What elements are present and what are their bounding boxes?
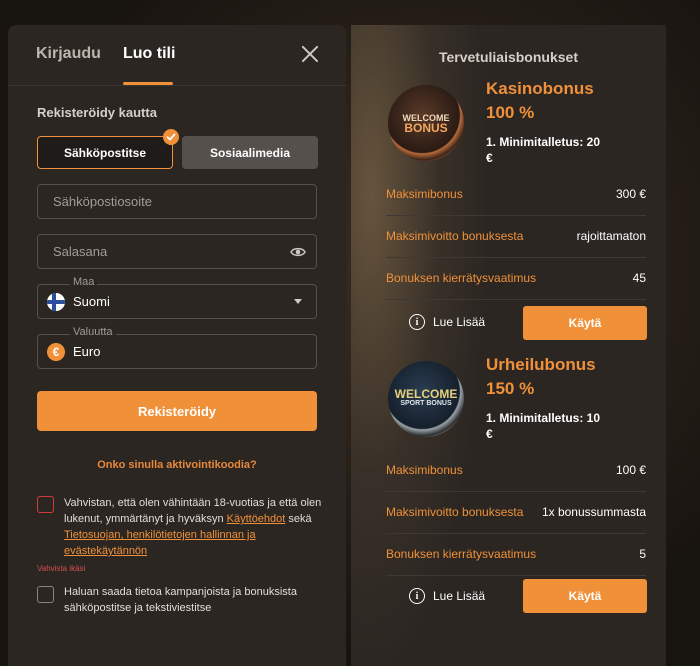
currency-value: Euro [73, 344, 101, 359]
use-casino-bonus-button[interactable]: Käytä [523, 306, 647, 340]
read-more-link[interactable]: i Lue Lisää [409, 314, 485, 330]
row-value: 300 € [615, 187, 646, 201]
welcome-bonuses-panel: Tervetuliaisbonukset WELCOME BONUS Kasin… [351, 25, 666, 666]
row-value: rajoittamaton [576, 229, 646, 243]
welcome-sport-bonus-coin-icon: WELCOME SPORT BONUS [388, 361, 464, 437]
row-key: Maksimibonus [386, 463, 463, 477]
row-value: 45 [632, 271, 646, 285]
country-label: Maa [70, 276, 98, 288]
row-value: 5 [639, 547, 646, 561]
info-icon: i [409, 588, 425, 604]
coin-small-text: SPORT BONUS [400, 400, 452, 407]
row-key: Maksimivoitto bonuksesta [386, 505, 524, 519]
tab-login[interactable]: Kirjaudu [36, 45, 101, 63]
euro-icon: € [47, 343, 65, 361]
eye-icon[interactable] [290, 245, 306, 259]
bonus-name: Kasinobonus [486, 79, 594, 98]
country-value: Suomi [73, 294, 110, 309]
use-sport-bonus-button[interactable]: Käytä [523, 579, 647, 613]
read-more-label: Lue Lisää [433, 589, 486, 603]
row-value: 1x bonussummasta [541, 505, 646, 519]
email-field[interactable] [37, 184, 317, 219]
bonus-row: Bonuksen kierrätysvaatimus 5 [386, 534, 646, 576]
coin-big-text: BONUS [404, 121, 448, 135]
terms-text-mid: sekä [285, 513, 312, 525]
bonus-percent: 100 % [486, 103, 535, 122]
country-select[interactable]: Maa Suomi [37, 276, 317, 319]
coin-text: WELCOME BONUS [403, 113, 450, 135]
terms-consent-text: Vahvistan, että olen vähintään 18-vuotia… [64, 495, 329, 559]
social-method-button[interactable]: Sosiaalimedia [182, 136, 318, 169]
row-key: Bonuksen kierrätysvaatimus [386, 547, 537, 561]
read-more-label: Lue Lisää [433, 315, 486, 329]
read-more-link[interactable]: i Lue Lisää [409, 588, 485, 604]
email-method-button[interactable]: Sähköpostitse [37, 136, 173, 169]
email-input[interactable] [38, 185, 316, 218]
age-error-text: Vahvista ikäsi [37, 564, 86, 573]
bonus-row: Maksimivoitto bonuksesta 1x bonussummast… [386, 492, 646, 534]
coin-text: WELCOME SPORT BONUS [394, 387, 458, 409]
currency-select[interactable]: Valuutta € Euro [37, 326, 317, 369]
registration-panel: Kirjaudu Luo tili Rekisteröidy kautta Sä… [8, 25, 346, 666]
bonus-row: Maksimibonus 100 € [386, 450, 646, 492]
terms-checkbox[interactable] [37, 496, 54, 513]
min-deposit: 1. Minimitalletus: 10 € [486, 411, 601, 441]
row-value: 100 € [615, 463, 646, 477]
checkmark-icon [163, 129, 179, 145]
row-key: Maksimibonus [386, 187, 463, 201]
privacy-link[interactable]: Tietosuojan, henkilötietojen hallinnan j… [64, 529, 256, 557]
finland-flag-icon [47, 293, 65, 311]
activation-code-link[interactable]: Onko sinulla aktivointikoodia? [8, 459, 346, 471]
register-button[interactable]: Rekisteröidy [37, 391, 317, 431]
row-key: Bonuksen kierrätysvaatimus [386, 271, 537, 285]
close-icon[interactable] [300, 44, 320, 64]
marketing-consent-text: Haluan saada tietoa kampanjoista ja bonu… [64, 586, 297, 614]
bonuses-title: Tervetuliaisbonukset [438, 49, 578, 65]
coin-big-text: WELCOME [394, 387, 458, 401]
chevron-down-icon [294, 299, 302, 304]
bonus-row: Maksimivoitto bonuksesta rajoittamaton [386, 216, 646, 258]
currency-label: Valuutta [70, 326, 116, 338]
bonus-percent: 150 % [486, 379, 535, 398]
tabs-divider [8, 85, 346, 86]
terms-link[interactable]: Käyttöehdot [227, 513, 286, 525]
bonus-name: Urheilubonus [486, 355, 596, 374]
password-field[interactable] [37, 234, 317, 269]
info-icon: i [409, 314, 425, 330]
bonus-row: Maksimibonus 300 € [386, 174, 646, 216]
password-input[interactable] [38, 235, 316, 268]
marketing-checkbox[interactable] [37, 586, 54, 603]
bonus-row: Bonuksen kierrätysvaatimus 45 [386, 258, 646, 300]
min-deposit: 1. Minimitalletus: 20 € [486, 135, 601, 165]
row-key: Maksimivoitto bonuksesta [386, 229, 524, 243]
tab-register[interactable]: Luo tili [123, 45, 175, 63]
welcome-bonus-coin-icon: WELCOME BONUS [388, 85, 464, 161]
register-via-label: Rekisteröidy kautta [37, 105, 157, 120]
